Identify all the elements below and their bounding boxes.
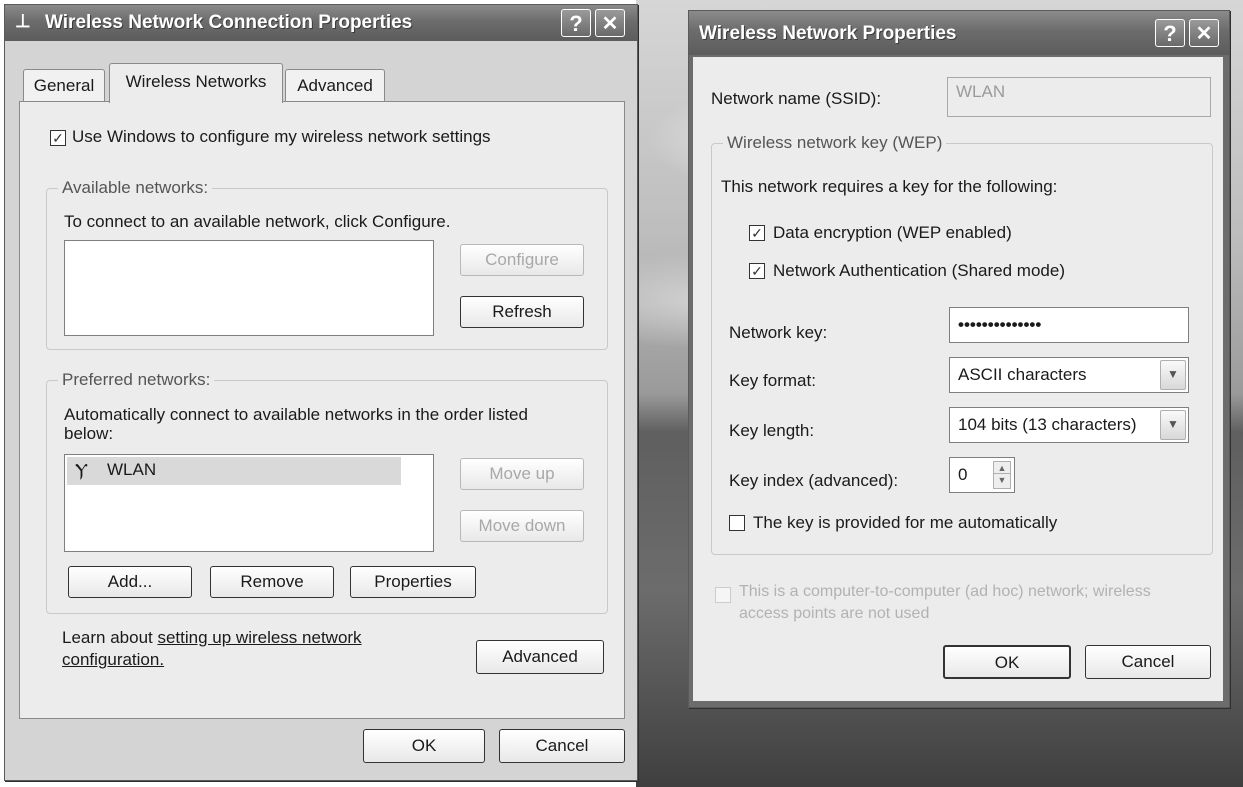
adhoc-label-line1: This is a computer-to-computer (ad hoc) … xyxy=(739,583,1151,600)
use-windows-checkbox[interactable]: ✓ xyxy=(50,130,66,146)
key-format-select[interactable]: ASCII characters ▼ xyxy=(949,357,1189,393)
cancel-button[interactable]: Cancel xyxy=(1085,645,1211,679)
help-button[interactable]: ? xyxy=(1155,19,1185,47)
data-encryption-label: Data encryption (WEP enabled) xyxy=(773,223,1012,242)
data-encryption-checkbox[interactable]: ✓ xyxy=(749,225,765,241)
wep-group-label: Wireless network key (WEP) xyxy=(723,133,947,153)
key-length-value: 104 bits (13 characters) xyxy=(958,415,1137,434)
key-length-label: Key length: xyxy=(729,421,815,440)
learn-about-prefix: Learn about xyxy=(62,628,158,647)
network-key-value: •••••••••••••• xyxy=(958,315,1042,334)
advanced-button[interactable]: Advanced xyxy=(476,640,604,674)
learn-link-continuation[interactable]: configuration. xyxy=(62,650,164,670)
window-title: Wireless Network Properties xyxy=(699,23,957,44)
wireless-network-properties-window: Wireless Network Properties ? ✕ Network … xyxy=(688,10,1230,708)
dialog-body: Network name (SSID): WLAN Wireless netwo… xyxy=(693,57,1223,701)
add-button[interactable]: Add... xyxy=(68,566,192,598)
title-bar[interactable]: Wireless Network Properties ? ✕ xyxy=(689,11,1229,55)
refresh-button[interactable]: Refresh xyxy=(460,296,584,328)
network-key-label: Network key: xyxy=(729,323,828,342)
chevron-down-icon[interactable]: ▼ xyxy=(1160,360,1186,390)
list-item[interactable]: Ⲩ WLAN xyxy=(67,457,401,485)
close-button[interactable]: ✕ xyxy=(595,9,625,37)
key-index-spinner[interactable]: 0 ▲ ▼ xyxy=(949,457,1015,493)
key-format-label: Key format: xyxy=(729,371,816,390)
network-authentication-checkbox[interactable]: ✓ xyxy=(749,263,765,279)
learn-link[interactable]: setting up wireless network xyxy=(157,628,361,647)
move-up-button[interactable]: Move up xyxy=(460,458,584,490)
tab-advanced[interactable]: Advanced xyxy=(285,69,385,101)
cancel-button[interactable]: Cancel xyxy=(499,729,625,763)
adhoc-label-line2: access points are not used xyxy=(739,605,930,622)
use-windows-label: Use Windows to configure my wireless net… xyxy=(72,127,491,146)
available-networks-label: Available networks: xyxy=(58,178,213,198)
close-button[interactable]: ✕ xyxy=(1189,19,1219,47)
properties-button[interactable]: Properties xyxy=(350,566,476,598)
spinner-down-icon[interactable]: ▼ xyxy=(993,473,1011,489)
configure-button[interactable]: Configure xyxy=(460,244,584,276)
wep-group xyxy=(711,143,1213,555)
wireless-antenna-icon: Ⲩ xyxy=(75,460,88,480)
tab-general[interactable]: General xyxy=(23,69,105,101)
auto-key-label: The key is provided for me automatically xyxy=(753,513,1058,532)
preferred-networks-list[interactable]: Ⲩ WLAN xyxy=(64,454,434,552)
network-key-field[interactable]: •••••••••••••• xyxy=(949,307,1189,343)
adhoc-checkbox[interactable] xyxy=(715,587,731,603)
network-icon: ⊥ xyxy=(15,11,31,31)
requires-text: This network requires a key for the foll… xyxy=(721,177,1058,196)
network-name: WLAN xyxy=(107,460,157,479)
learn-about-text: Learn about setting up wireless network xyxy=(62,628,362,648)
ssid-field[interactable]: WLAN xyxy=(947,77,1211,117)
title-bar[interactable]: ⊥ Wireless Network Connection Properties… xyxy=(5,5,637,41)
preferred-networks-description-2: below: xyxy=(64,424,114,443)
ok-button[interactable]: OK xyxy=(363,729,485,763)
tab-page: ✓ Use Windows to configure my wireless n… xyxy=(19,101,625,719)
available-networks-description: To connect to an available network, clic… xyxy=(64,212,451,231)
key-index-value: 0 xyxy=(958,465,968,484)
remove-button[interactable]: Remove xyxy=(210,566,334,598)
available-networks-list[interactable] xyxy=(64,240,434,336)
key-index-label: Key index (advanced): xyxy=(729,471,899,490)
network-authentication-label: Network Authentication (Shared mode) xyxy=(773,261,1065,280)
ok-button[interactable]: OK xyxy=(943,645,1071,679)
preferred-networks-label: Preferred networks: xyxy=(58,370,215,390)
window-title: Wireless Network Connection Properties xyxy=(45,12,413,33)
key-format-value: ASCII characters xyxy=(958,365,1087,384)
preferred-networks-description-1: Automatically connect to available netwo… xyxy=(64,405,528,424)
key-length-select[interactable]: 104 bits (13 characters) ▼ xyxy=(949,407,1189,443)
help-button[interactable]: ? xyxy=(561,9,591,37)
connection-properties-window: ⊥ Wireless Network Connection Properties… xyxy=(4,4,638,781)
move-down-button[interactable]: Move down xyxy=(460,510,584,542)
auto-key-checkbox[interactable] xyxy=(729,515,745,531)
chevron-down-icon[interactable]: ▼ xyxy=(1160,410,1186,440)
ssid-value: WLAN xyxy=(956,82,1006,101)
tab-wireless-networks[interactable]: Wireless Networks xyxy=(109,63,283,103)
ssid-label: Network name (SSID): xyxy=(711,89,882,108)
